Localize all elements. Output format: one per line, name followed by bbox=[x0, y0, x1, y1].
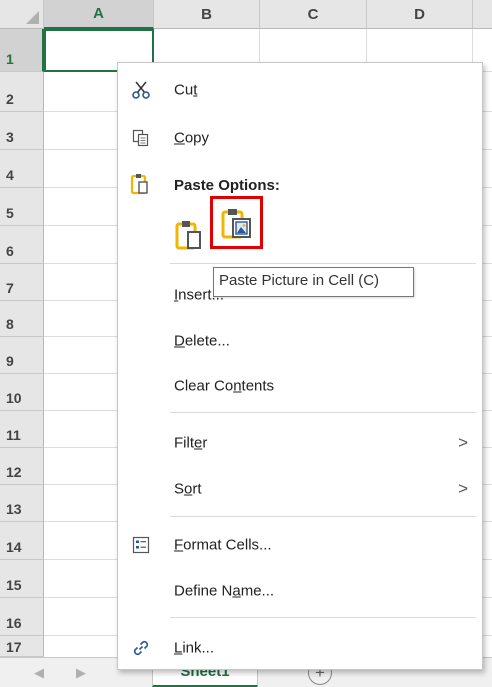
menu-item-sort[interactable]: Sort > bbox=[118, 469, 482, 509]
row-header-17[interactable]: 17 bbox=[0, 636, 44, 657]
scissors-icon bbox=[130, 79, 152, 101]
row-header-8[interactable]: 8 bbox=[0, 301, 44, 337]
menu-item-cut[interactable]: Cut bbox=[118, 70, 482, 110]
menu-item-sort-label: Sort bbox=[174, 480, 202, 498]
column-header-c[interactable]: C bbox=[260, 0, 367, 29]
paste-picture-in-cell-icon bbox=[221, 207, 253, 246]
menu-item-format-cells-label: Format Cells... bbox=[174, 536, 272, 554]
menu-item-link[interactable]: Link... bbox=[118, 628, 482, 668]
paste-options-clipboard-icon bbox=[130, 172, 152, 198]
menu-item-define-name-label: Define Name... bbox=[174, 582, 275, 600]
column-header-d[interactable]: D bbox=[367, 0, 473, 29]
menu-item-filter[interactable]: Filter > bbox=[118, 423, 482, 463]
row-header-12[interactable]: 12 bbox=[0, 448, 44, 485]
menu-item-copy-label: Copy bbox=[174, 129, 210, 147]
format-cells-icon bbox=[130, 534, 152, 556]
row-header-10[interactable]: 10 bbox=[0, 374, 44, 411]
row-header-11[interactable]: 11 bbox=[0, 411, 44, 448]
row-header-16[interactable]: 16 bbox=[0, 598, 44, 636]
row-header-3[interactable]: 3 bbox=[0, 112, 44, 150]
chevron-right-icon: > bbox=[458, 479, 468, 498]
select-all-corner[interactable] bbox=[0, 0, 44, 29]
paste-button[interactable] bbox=[172, 214, 206, 254]
menu-item-define-name[interactable]: Define Name... bbox=[118, 571, 482, 611]
row-header-9[interactable]: 9 bbox=[0, 337, 44, 374]
link-icon bbox=[130, 637, 152, 659]
chevron-right-icon: > bbox=[458, 433, 468, 452]
menu-item-format-cells[interactable]: Format Cells... bbox=[118, 525, 482, 565]
row-header-4[interactable]: 4 bbox=[0, 150, 44, 188]
menu-item-link-label: Link... bbox=[174, 639, 215, 657]
row-header-6[interactable]: 6 bbox=[0, 226, 44, 264]
copy-icon bbox=[130, 127, 152, 149]
row-header-15[interactable]: 15 bbox=[0, 560, 44, 598]
paste-icon bbox=[175, 219, 203, 256]
paste-picture-tooltip: Paste Picture in Cell (C) bbox=[213, 267, 414, 297]
row-header-2[interactable]: 2 bbox=[0, 72, 44, 112]
context-menu: Cut Copy Paste Options: Insert... Delete… bbox=[117, 62, 483, 670]
next-sheet-arrow-icon[interactable]: ▶ bbox=[76, 665, 86, 681]
prev-sheet-arrow-icon[interactable]: ◀ bbox=[34, 665, 44, 681]
paste-picture-in-cell-button[interactable] bbox=[210, 196, 263, 249]
row-header-14[interactable]: 14 bbox=[0, 522, 44, 560]
row-header-5[interactable]: 5 bbox=[0, 188, 44, 226]
column-header-b[interactable]: B bbox=[154, 0, 260, 29]
row-header-13[interactable]: 13 bbox=[0, 485, 44, 522]
menu-item-clear-contents-label: Clear Contents bbox=[174, 377, 275, 395]
menu-item-clear-contents[interactable]: Clear Contents bbox=[118, 366, 482, 406]
menu-item-delete[interactable]: Delete... bbox=[118, 321, 482, 361]
paste-options-label: Paste Options: bbox=[174, 177, 280, 194]
row-header-1[interactable]: 1 bbox=[0, 29, 44, 72]
column-header-e[interactable] bbox=[473, 0, 492, 29]
menu-item-copy[interactable]: Copy bbox=[118, 118, 482, 158]
row-header-7[interactable]: 7 bbox=[0, 264, 44, 301]
menu-item-delete-label: Delete... bbox=[174, 332, 230, 350]
column-header-a[interactable]: A bbox=[44, 0, 154, 29]
menu-item-cut-label: Cut bbox=[174, 81, 198, 99]
menu-item-filter-label: Filter bbox=[174, 434, 208, 452]
